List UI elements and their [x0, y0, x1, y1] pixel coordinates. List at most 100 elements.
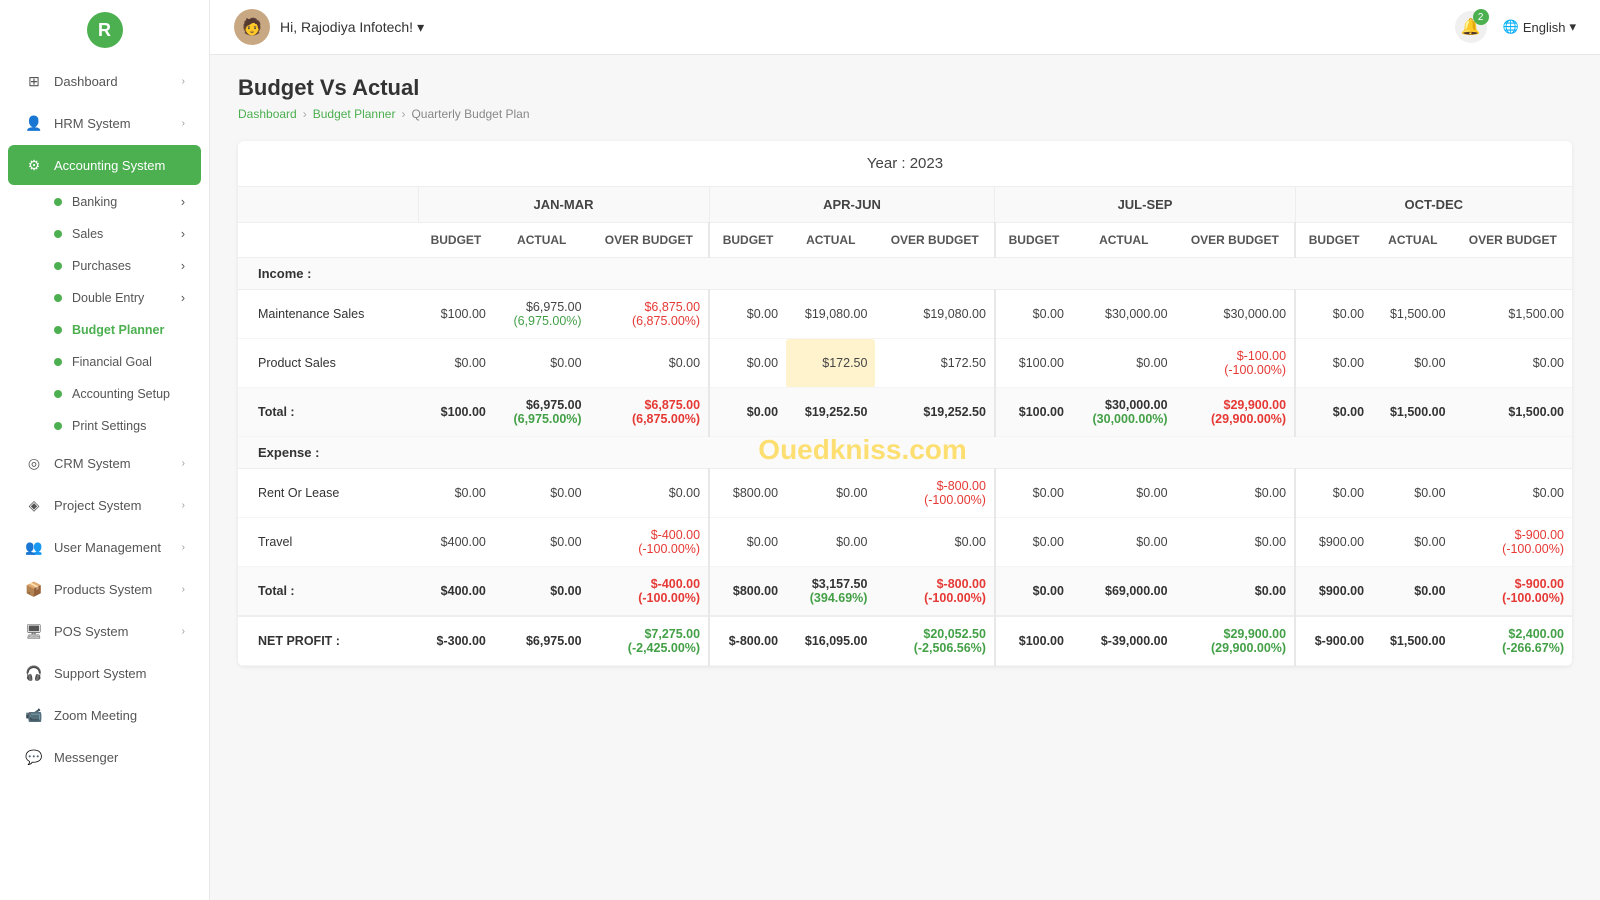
row-label: Travel [238, 518, 418, 567]
year-label: Year : 2023 [238, 141, 1572, 187]
income-label: Income : [238, 258, 1572, 290]
topbar: 🧑 Hi, Rajodiya Infotech! ▾ 🔔 2 🌐 English… [210, 0, 1600, 55]
sidebar-item-hrm[interactable]: 👤 HRM System › [8, 103, 201, 143]
user-mgmt-icon: 👥 [24, 537, 44, 557]
dot-icon [54, 262, 62, 270]
sidebar-label-financial-goal: Financial Goal [72, 355, 152, 369]
sidebar-label-project: Project System [54, 498, 182, 513]
chevron-icon: › [182, 118, 185, 129]
col-jul-budget: BUDGET [995, 223, 1072, 258]
sidebar-item-financial-goal[interactable]: Financial Goal [8, 347, 201, 377]
sidebar-label-print-settings: Print Settings [72, 419, 146, 433]
sidebar-item-banking[interactable]: Banking › [8, 187, 201, 217]
hrm-icon: 👤 [24, 113, 44, 133]
lang-chevron-icon: ▾ [1569, 19, 1576, 35]
sidebar-item-print-settings[interactable]: Print Settings [8, 411, 201, 441]
sidebar-item-user-mgmt[interactable]: 👥 User Management › [8, 527, 201, 567]
sidebar: R ⊞ Dashboard › 👤 HRM System › ⚙ Account… [0, 0, 210, 900]
sidebar-label-banking: Banking [72, 195, 117, 209]
breadcrumb-sep1: › [303, 107, 307, 121]
sidebar-label-support: Support System [54, 666, 185, 681]
quarter-apr-jun: APR-JUN [709, 187, 995, 223]
dot-icon [54, 422, 62, 430]
col-oct-over: OVER BUDGET [1454, 223, 1572, 258]
budget-table: JAN-MAR APR-JUN JUL-SEP OCT-DEC BUDGET A… [238, 187, 1572, 666]
sidebar-item-messenger[interactable]: 💬 Messenger [8, 737, 201, 777]
user-greeting[interactable]: Hi, Rajodiya Infotech! ▾ [280, 19, 424, 36]
col-jan-actual: ACTUAL [494, 223, 590, 258]
row-label: Maintenance Sales [238, 290, 418, 339]
sidebar-item-support[interactable]: 🎧 Support System [8, 653, 201, 693]
table-row: Travel $400.00 $0.00 $-400.00(-100.00%) … [238, 518, 1572, 567]
avatar: 🧑 [234, 9, 270, 45]
globe-icon: 🌐 [1503, 19, 1519, 35]
crm-icon: ◎ [24, 453, 44, 473]
expense-total-row: Total : $400.00 $0.00 $-400.00(-100.00%)… [238, 567, 1572, 617]
dot-icon [54, 390, 62, 398]
col-header-empty [238, 187, 418, 223]
col-apr-actual: ACTUAL [786, 223, 875, 258]
language-selector[interactable]: 🌐 English ▾ [1503, 19, 1576, 35]
sidebar-item-project[interactable]: ◈ Project System › [8, 485, 201, 525]
chevron-icon: › [181, 291, 185, 305]
budget-table-container: Year : 2023 JAN-MAR APR-JUN JUL-SEP OCT-… [238, 141, 1572, 666]
expense-section-header: Expense : [238, 437, 1572, 469]
table-row: Maintenance Sales $100.00 $6,975.00(6,97… [238, 290, 1572, 339]
dot-icon [54, 326, 62, 334]
page-title: Budget Vs Actual [238, 75, 1572, 101]
col-jan-over: OVER BUDGET [590, 223, 710, 258]
dropdown-icon: ▾ [417, 19, 424, 36]
sidebar-item-accounting[interactable]: ⚙ Accounting System [8, 145, 201, 185]
table-row: Product Sales $0.00 $0.00 $0.00 $0.00 $1… [238, 339, 1572, 388]
chevron-icon: › [182, 584, 185, 595]
sidebar-item-double-entry[interactable]: Double Entry › [8, 283, 201, 313]
sidebar-label-accounting: Accounting System [54, 158, 185, 173]
dot-icon [54, 294, 62, 302]
sidebar-item-zoom[interactable]: 📹 Zoom Meeting [8, 695, 201, 735]
chevron-icon: › [182, 542, 185, 553]
breadcrumb: Dashboard › Budget Planner › Quarterly B… [238, 107, 1572, 121]
page-body: Budget Vs Actual Dashboard › Budget Plan… [210, 55, 1600, 900]
sidebar-item-pos[interactable]: 🖥 POS System › [8, 611, 201, 651]
breadcrumb-sep2: › [401, 107, 405, 121]
quarter-jul-sep: JUL-SEP [995, 187, 1295, 223]
messenger-icon: 💬 [24, 747, 44, 767]
breadcrumb-parent[interactable]: Budget Planner [313, 107, 396, 121]
income-section-header: Income : [238, 258, 1572, 290]
breadcrumb-home[interactable]: Dashboard [238, 107, 297, 121]
sidebar-logo: R [0, 0, 209, 60]
col-jan-budget: BUDGET [418, 223, 494, 258]
row-label: Rent Or Lease [238, 469, 418, 518]
chevron-icon: › [181, 195, 185, 209]
project-icon: ◈ [24, 495, 44, 515]
sidebar-item-crm[interactable]: ◎ CRM System › [8, 443, 201, 483]
products-icon: 📦 [24, 579, 44, 599]
sidebar-item-accounting-setup[interactable]: Accounting Setup [8, 379, 201, 409]
sidebar-item-dashboard[interactable]: ⊞ Dashboard › [8, 61, 201, 101]
col-oct-budget: BUDGET [1295, 223, 1372, 258]
chevron-icon: › [181, 259, 185, 273]
quarter-jan-mar: JAN-MAR [418, 187, 709, 223]
sidebar-item-products[interactable]: 📦 Products System › [8, 569, 201, 609]
table-row: Rent Or Lease $0.00 $0.00 $0.00 $800.00 … [238, 469, 1572, 518]
language-label: English [1523, 20, 1566, 35]
sidebar-label-purchases: Purchases [72, 259, 131, 273]
accounting-icon: ⚙ [24, 155, 44, 175]
chevron-icon: › [181, 227, 185, 241]
pos-icon: 🖥 [24, 621, 44, 641]
logo-icon: R [87, 12, 123, 48]
sidebar-label-accounting-setup: Accounting Setup [72, 387, 170, 401]
col-apr-over: OVER BUDGET [875, 223, 995, 258]
chevron-icon: › [182, 458, 185, 469]
col-jul-over: OVER BUDGET [1176, 223, 1296, 258]
support-icon: 🎧 [24, 663, 44, 683]
col-row-label [238, 223, 418, 258]
notification-button[interactable]: 🔔 2 [1455, 11, 1487, 43]
sidebar-item-sales[interactable]: Sales › [8, 219, 201, 249]
chevron-icon: › [182, 626, 185, 637]
row-label: Product Sales [238, 339, 418, 388]
sidebar-label-budget-planner: Budget Planner [72, 323, 164, 337]
sidebar-item-purchases[interactable]: Purchases › [8, 251, 201, 281]
sidebar-label-products: Products System [54, 582, 182, 597]
sidebar-item-budget-planner[interactable]: Budget Planner [8, 315, 201, 345]
